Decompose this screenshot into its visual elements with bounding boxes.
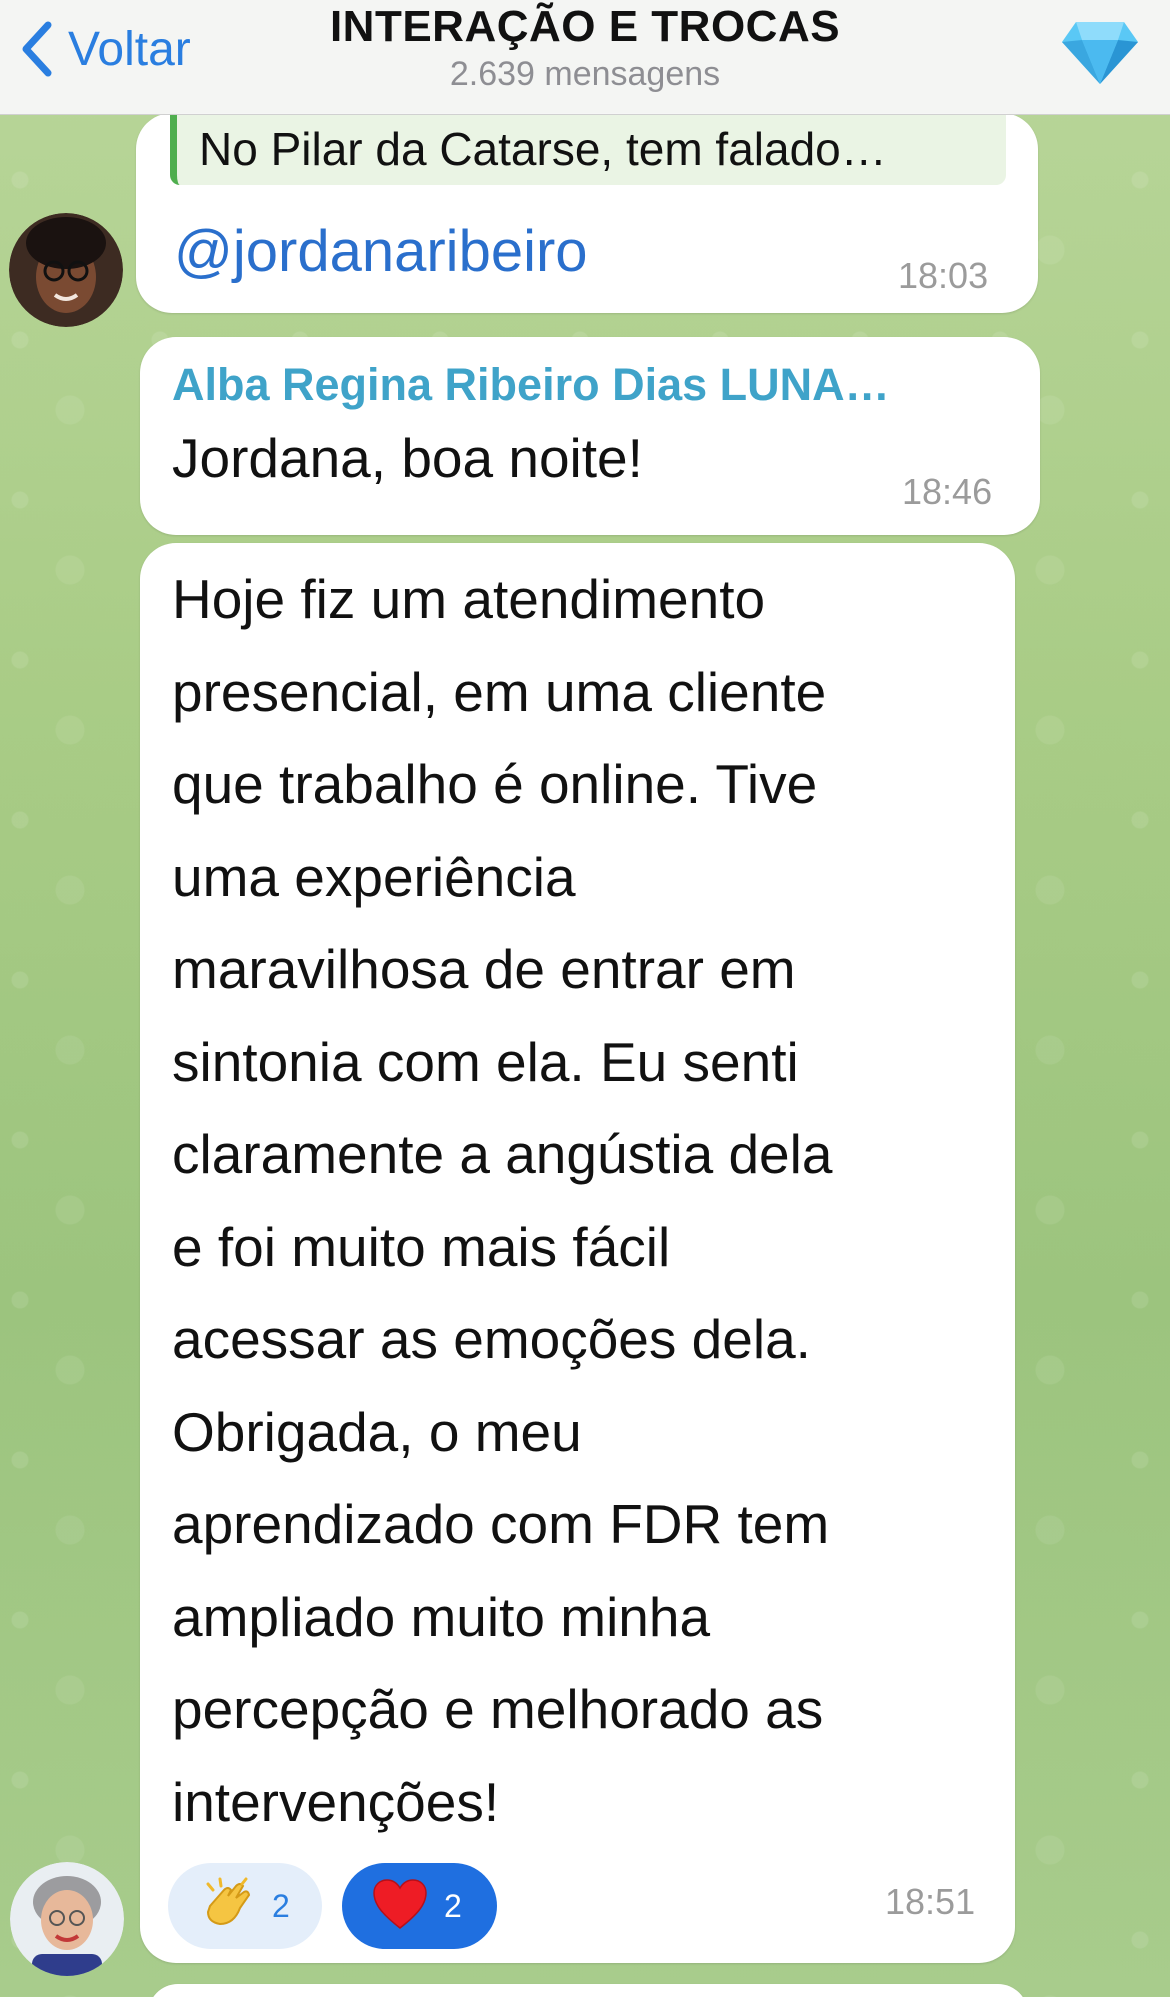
text-line: e foi muito mais fácil [172, 1215, 671, 1278]
reaction-clap[interactable]: 2 [168, 1863, 322, 1949]
message-bubble[interactable]: Hoje fiz um atendimento presencial, em u… [140, 543, 1015, 1963]
reaction-heart[interactable]: 2 [342, 1863, 497, 1949]
message-time: 18:51 [885, 1881, 976, 1922]
text-line: aprendizado com FDR tem [172, 1493, 830, 1555]
text-line: presencial, em uma cliente [172, 660, 827, 723]
message-time: 18:03 [898, 255, 989, 296]
message-count: 2.639 mensagens [449, 55, 721, 93]
avatar-alba[interactable] [10, 1862, 124, 1976]
clapping-hands-icon [200, 1876, 256, 1937]
chat-title-block[interactable]: INTERAÇÃO E TROCAS 2.639 mensagens [240, 0, 930, 94]
text-line: acessar as emoções dela. [172, 1308, 811, 1370]
reaction-count: 2 [272, 1887, 290, 1924]
text-line: ampliado muito minha [172, 1585, 711, 1648]
back-button[interactable]: Voltar [18, 14, 191, 84]
avatar-jordana[interactable] [9, 213, 123, 327]
message-time: 18:46 [902, 471, 993, 512]
text-line: que trabalho é online. Tive [172, 753, 818, 815]
text-line: uma experiência [172, 845, 576, 908]
text-line: sintonia com ela. Eu senti [172, 1030, 799, 1093]
message-bubble[interactable]: Alba Regina Ribeiro Dias LUNA… Jordana, … [140, 337, 1040, 535]
message-text: Jordana, boa noite! [172, 427, 643, 489]
message-bubble-next[interactable] [148, 1984, 1028, 1997]
text-line: claramente a angústia dela [172, 1123, 833, 1185]
message-text: Hoje fiz um atendimento presencial, em u… [172, 553, 832, 1848]
text-line: percepção e melhorado as [172, 1678, 824, 1740]
back-label: Voltar [68, 22, 191, 76]
mention-link[interactable]: @jordanaribeiro [174, 218, 588, 285]
text-line: Hoje fiz um atendimento [172, 568, 766, 630]
message-bubble[interactable]: No Pilar da Catarse, tem falado… @jordan… [136, 113, 1038, 313]
text-line: intervenções! [172, 1770, 500, 1833]
reaction-count: 2 [444, 1887, 462, 1924]
chat-header: Voltar INTERAÇÃO E TROCAS 2.639 mensagen… [0, 0, 1170, 115]
chevron-left-icon [18, 19, 58, 79]
reply-quote[interactable]: No Pilar da Catarse, tem falado… [170, 113, 1006, 185]
heart-icon [372, 1878, 428, 1935]
chat-title: INTERAÇÃO E TROCAS [329, 2, 841, 51]
diamond-icon[interactable] [1060, 10, 1140, 90]
sender-name[interactable]: Alba Regina Ribeiro Dias LUNA… [172, 359, 890, 411]
text-line: Obrigada, o meu [172, 1400, 582, 1463]
text-line: maravilhosa de entrar em [172, 938, 796, 1000]
